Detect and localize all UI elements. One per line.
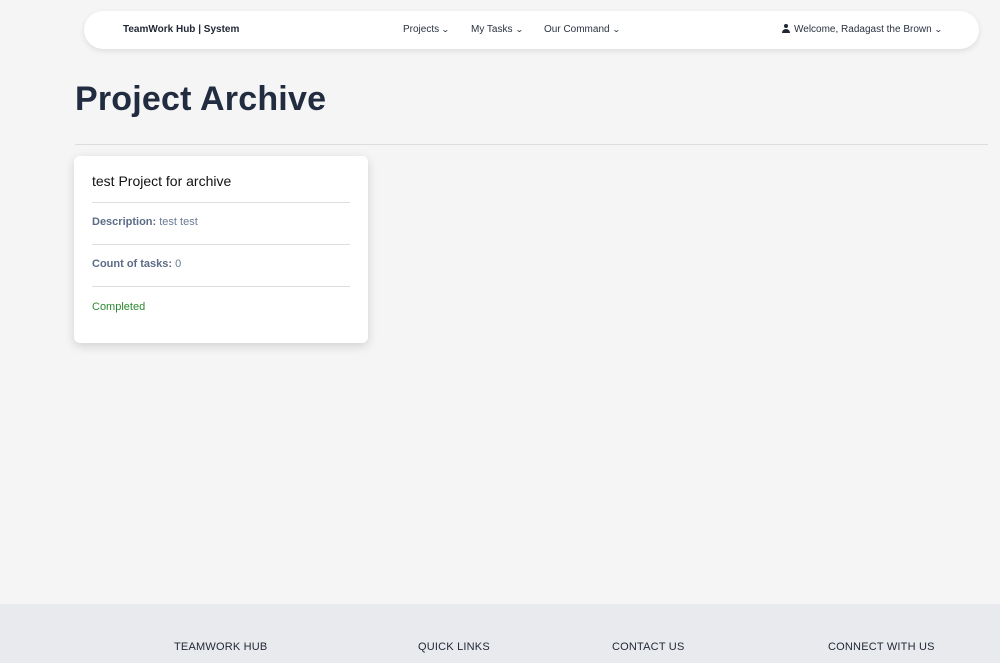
card-divider (92, 286, 350, 287)
nav-projects-label: Projects (403, 24, 440, 35)
user-icon (782, 24, 790, 33)
project-name: test Project for archive (92, 173, 232, 189)
nav-our-command-dropdown[interactable]: Our Command ⌄ (544, 24, 621, 35)
card-divider (92, 202, 350, 203)
brand-link[interactable]: TeamWork Hub | System (123, 24, 239, 35)
nav-our-command-label: Our Command (544, 24, 610, 35)
nav-projects-dropdown[interactable]: Projects ⌄ (403, 24, 450, 35)
user-welcome-label: Welcome, Radagast the Brown (794, 24, 932, 35)
task-count-value: 0 (175, 258, 182, 270)
page-title: Project Archive (75, 80, 327, 118)
footer-heading-teamwork-hub: TEAMWORK HUB (174, 641, 268, 653)
footer: TEAMWORK HUB QUICK LINKS CONTACT US CONN… (0, 604, 1000, 663)
task-count-label: Count of tasks: (92, 258, 173, 270)
user-menu-dropdown[interactable]: Welcome, Radagast the Brown ⌄ (782, 24, 943, 35)
top-navbar: TeamWork Hub | System Projects ⌄ My Tasks… (84, 11, 979, 49)
footer-heading-contact-us: CONTACT US (612, 641, 685, 653)
title-divider (75, 144, 988, 145)
project-description: Description: test test (92, 216, 198, 228)
nav-my-tasks-label: My Tasks (471, 24, 513, 35)
status-badge: Completed (92, 301, 146, 313)
card-divider (92, 244, 350, 245)
chevron-down-icon: ⌄ (441, 25, 450, 34)
chevron-down-icon: ⌄ (514, 25, 524, 34)
nav-my-tasks-dropdown[interactable]: My Tasks ⌄ (471, 24, 524, 35)
chevron-down-icon: ⌄ (933, 25, 943, 34)
footer-heading-connect-with-us: CONNECT WITH US (828, 641, 935, 653)
footer-heading-quick-links: QUICK LINKS (418, 641, 490, 653)
project-card: test Project for archive Description: te… (74, 156, 368, 343)
description-value: test test (159, 216, 198, 228)
page: TeamWork Hub | System Projects ⌄ My Tasks… (0, 0, 1000, 663)
description-label: Description: (92, 216, 157, 228)
chevron-down-icon: ⌄ (611, 25, 621, 34)
project-task-count: Count of tasks: 0 (92, 258, 181, 270)
